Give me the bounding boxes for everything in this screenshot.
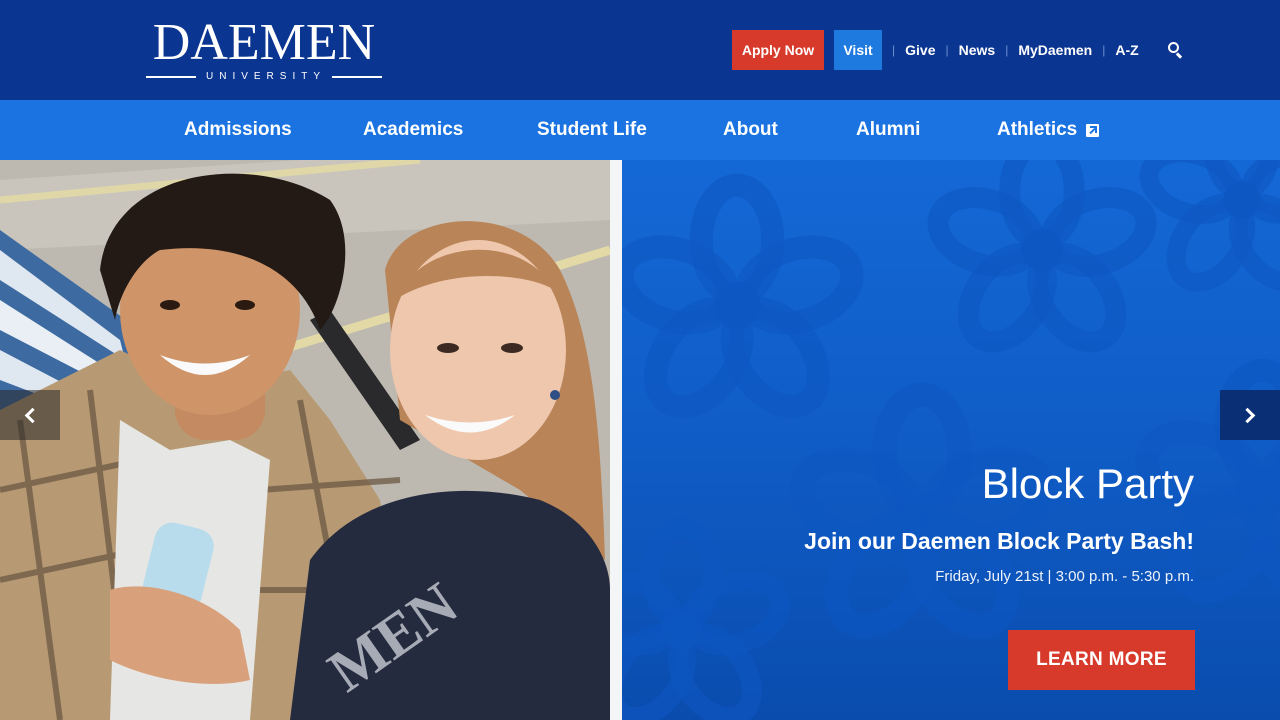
utility-nav: Apply Now Visit | Give | News | MyDaemen… <box>732 30 1185 70</box>
external-link-icon <box>1086 123 1100 137</box>
a-z-link[interactable]: A-Z <box>1105 42 1148 58</box>
photo-divider <box>610 160 622 720</box>
logo-rule-right <box>332 76 383 78</box>
main-navigation: Admissions Academics Student Life About … <box>0 100 1280 160</box>
daemen-logo[interactable]: DAEMEN UNIVERSITY <box>146 14 383 83</box>
slide-date: Friday, July 21st | 3:00 p.m. - 5:30 p.m… <box>935 568 1194 585</box>
nav-item-academics[interactable]: Academics <box>363 100 463 160</box>
search-icon[interactable] <box>1167 41 1185 59</box>
news-link[interactable]: News <box>949 42 1006 58</box>
site-header: DAEMEN UNIVERSITY Apply Now Visit | Give… <box>0 0 1280 100</box>
chevron-left-icon <box>24 407 41 423</box>
logo-wordmark: DAEMEN <box>152 14 376 71</box>
nav-item-about[interactable]: About <box>723 100 778 160</box>
logo-subtitle: UNIVERSITY <box>206 71 327 82</box>
search-icon-handle <box>1175 52 1182 59</box>
nav-item-athletics[interactable]: Athletics <box>997 100 1100 160</box>
logo-rule-left <box>146 76 196 78</box>
learn-more-button[interactable]: LEARN MORE <box>1008 630 1195 690</box>
hero-carousel: MEN Block Party Join our Daemen Block Pa… <box>0 160 1280 720</box>
apply-now-button[interactable]: Apply Now <box>732 30 824 70</box>
carousel-next-button[interactable] <box>1220 390 1280 440</box>
nav-item-admissions[interactable]: Admissions <box>184 100 292 160</box>
nav-item-athletics-label: Athletics <box>997 119 1078 140</box>
hero-photo: MEN <box>0 160 610 720</box>
slide-subtitle: Join our Daemen Block Party Bash! <box>804 528 1194 554</box>
logo-subtitle-row: UNIVERSITY <box>146 71 383 83</box>
mydaemen-link[interactable]: MyDaemen <box>1008 42 1102 58</box>
nav-item-student-life[interactable]: Student Life <box>537 100 647 160</box>
nav-item-alumni[interactable]: Alumni <box>856 100 920 160</box>
chevron-right-icon <box>1239 407 1256 423</box>
slide-title: Block Party <box>981 460 1194 507</box>
students-photo-illustration: MEN <box>0 160 610 720</box>
visit-button[interactable]: Visit <box>834 30 882 70</box>
carousel-prev-button[interactable] <box>0 390 60 440</box>
give-link[interactable]: Give <box>895 42 945 58</box>
